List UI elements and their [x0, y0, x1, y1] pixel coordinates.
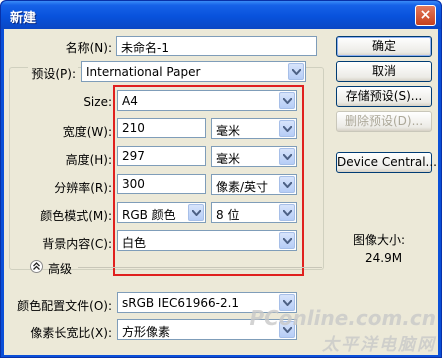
resolution-label: 分辨率(R): — [54, 181, 112, 195]
device-central-button[interactable]: Device Central... — [336, 152, 437, 173]
chevron-down-icon — [292, 69, 301, 75]
width-label: 宽度(W): — [62, 125, 112, 139]
color-mode-label: 颜色模式(M): — [40, 209, 112, 223]
background-label: 背景内容(C): — [42, 237, 112, 251]
image-size-value: 24.9M — [365, 251, 403, 265]
preset-value: International Paper — [86, 65, 201, 79]
chevron-down-icon — [283, 300, 292, 306]
cancel-button[interactable]: 取消 — [336, 61, 432, 82]
pixel-aspect-select[interactable]: 方形像素 — [117, 319, 297, 340]
advanced-toggle-button[interactable] — [30, 260, 43, 273]
title-bar[interactable]: 新建 × — [1, 1, 441, 29]
image-size-label: 图像大小: — [353, 233, 406, 247]
highlight-box — [113, 85, 304, 276]
preset-select[interactable]: International Paper — [81, 61, 306, 82]
preset-label: 预设(P): — [28, 65, 78, 82]
color-profile-dropdown-button[interactable] — [279, 294, 295, 311]
dialog-client-area: 名称(N): 未命名-1 预设(P): International Paper … — [4, 29, 438, 355]
pixel-aspect-label: 像素长宽比(X): — [30, 326, 112, 340]
name-label: 名称(N): — [65, 41, 112, 55]
save-preset-button[interactable]: 存储预设(S)... — [336, 86, 432, 107]
preset-dropdown-button[interactable] — [288, 63, 304, 80]
pixel-aspect-dropdown-button[interactable] — [279, 321, 295, 338]
close-button[interactable]: × — [415, 5, 436, 26]
pixel-aspect-value: 方形像素 — [122, 325, 171, 339]
height-label: 高度(H): — [65, 153, 112, 167]
double-chevron-up-icon — [33, 262, 40, 270]
new-document-dialog: 新建 × 名称(N): 未命名-1 预设(P): International P… — [0, 0, 442, 358]
ok-button[interactable]: 确定 — [336, 36, 432, 57]
color-profile-select[interactable]: sRGB IEC61966-2.1 — [117, 292, 297, 313]
dialog-title: 新建 — [10, 11, 37, 26]
advanced-divider — [78, 267, 322, 268]
chevron-down-icon — [283, 327, 292, 333]
name-input[interactable]: 未命名-1 — [116, 36, 317, 56]
color-profile-value: sRGB IEC61966-2.1 — [122, 296, 240, 310]
delete-preset-button[interactable]: 删除预设(D)... — [336, 111, 432, 132]
size-label: Size: — [83, 95, 112, 109]
close-icon: × — [419, 7, 432, 23]
color-profile-label: 颜色配置文件(O): — [17, 299, 112, 313]
advanced-label: 高级 — [48, 262, 73, 276]
